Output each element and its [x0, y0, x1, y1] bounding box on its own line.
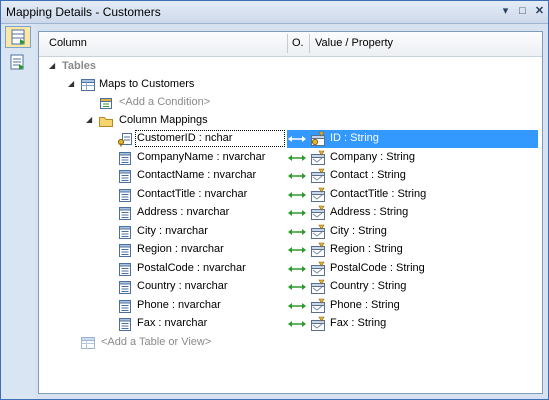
property-name[interactable]: PostalCode : String: [330, 262, 425, 274]
column-icon: [117, 187, 133, 206]
window-menu-button[interactable]: ▾: [498, 4, 513, 19]
mapping-row[interactable]: ContactTitle : nvarchar ContactTitle : St…: [39, 186, 542, 204]
property-icon: [310, 224, 326, 243]
column-name[interactable]: ContactName : nvarchar: [137, 169, 256, 181]
column-icon: [117, 298, 133, 317]
column-name[interactable]: Address : nvarchar: [137, 206, 229, 218]
property-name[interactable]: Phone : String: [330, 299, 400, 311]
tables-label: Tables: [62, 60, 97, 72]
map-to-table-button[interactable]: [5, 26, 31, 48]
map-to-functions-button[interactable]: [5, 52, 31, 74]
tables-node[interactable]: ◢ Tables: [39, 58, 542, 76]
table-icon: [81, 79, 95, 91]
property-icon: [310, 205, 326, 224]
column-name[interactable]: Region : nvarchar: [137, 243, 224, 255]
maximize-button[interactable]: □: [515, 4, 530, 19]
property-name[interactable]: ContactTitle : String: [330, 188, 426, 200]
column-icon: [117, 279, 133, 298]
folder-icon: [99, 117, 113, 127]
operator-header[interactable]: O.: [292, 37, 304, 49]
window-title: Mapping Details - Customers: [6, 5, 161, 19]
table-icon: [81, 337, 95, 349]
focus-outline: [135, 130, 285, 147]
add-table-placeholder[interactable]: <Add a Table or View>: [101, 336, 211, 348]
collapse-triangle-icon[interactable]: ◢: [86, 115, 92, 124]
add-table-row[interactable]: <Add a Table or View>: [39, 334, 542, 352]
condition-icon: [100, 98, 112, 109]
mapping-row[interactable]: Fax : nvarchar Fax : String: [39, 315, 542, 333]
mapping-grid: Column O. Value / Property ◢ Tables ◢ Ma…: [38, 31, 543, 394]
add-condition-row[interactable]: <Add a Condition>: [39, 94, 542, 112]
bidirectional-arrow-icon: [287, 315, 307, 336]
column-name[interactable]: Phone : nvarchar: [137, 299, 221, 311]
column-icon: [117, 316, 133, 335]
mapping-toolbar: [1, 24, 35, 399]
property-name[interactable]: Company : String: [330, 151, 415, 163]
property-icon: [310, 242, 326, 261]
property-name[interactable]: Region : String: [330, 243, 403, 255]
property-icon: [310, 187, 326, 206]
mapping-row[interactable]: PostalCode : nvarchar PostalCode : String: [39, 260, 542, 278]
maps-to-node[interactable]: ◢ Maps to Customers: [39, 76, 542, 94]
property-icon: [310, 168, 326, 187]
property-icon: [310, 150, 326, 169]
property-icon: [310, 298, 326, 317]
mapping-row[interactable]: ContactName : nvarchar Contact : String: [39, 167, 542, 185]
property-name[interactable]: Address : String: [330, 206, 408, 218]
maps-to-label: Maps to Customers: [99, 78, 195, 90]
mapping-row[interactable]: Address : nvarchar Address : String: [39, 204, 542, 222]
column-icon: [117, 168, 133, 187]
function-map-icon: [10, 54, 24, 70]
property-icon: [310, 279, 326, 298]
column-name[interactable]: CompanyName : nvarchar: [137, 151, 265, 163]
collapse-triangle-icon[interactable]: ◢: [49, 61, 55, 70]
column-name[interactable]: PostalCode : nvarchar: [137, 262, 246, 274]
grid-header: Column O. Value / Property: [39, 32, 542, 57]
column-header[interactable]: Column: [49, 37, 87, 49]
property-name[interactable]: City : String: [330, 225, 387, 237]
mapping-row[interactable]: CustomerID : nchar ID : String: [39, 130, 542, 148]
column-mappings-node[interactable]: ◢ Column Mappings: [39, 112, 542, 130]
column-name[interactable]: Country : nvarchar: [137, 280, 227, 292]
column-name[interactable]: ContactTitle : nvarchar: [137, 188, 247, 200]
column-mappings-label: Column Mappings: [119, 114, 208, 126]
mapping-row[interactable]: CompanyName : nvarchar Company : String: [39, 149, 542, 167]
mapping-row[interactable]: Country : nvarchar Country : String: [39, 278, 542, 296]
collapse-triangle-icon[interactable]: ◢: [68, 79, 74, 88]
close-button[interactable]: ✕: [532, 4, 547, 19]
property-icon: [310, 316, 326, 335]
property-name[interactable]: Fax : String: [330, 317, 386, 329]
column-icon: [117, 242, 133, 261]
column-name[interactable]: Fax : nvarchar: [137, 317, 207, 329]
column-icon: [117, 150, 133, 169]
column-name[interactable]: City : nvarchar: [137, 225, 208, 237]
column-icon: [117, 224, 133, 243]
mapping-details-window: Mapping Details - Customers ▾ □ ✕ Column…: [0, 0, 549, 400]
column-icon: [117, 261, 133, 280]
property-icon: [310, 261, 326, 280]
property-name[interactable]: Country : String: [330, 280, 406, 292]
mapping-row[interactable]: City : nvarchar City : String: [39, 223, 542, 241]
key-property-icon: [310, 131, 326, 150]
title-bar[interactable]: Mapping Details - Customers ▾ □ ✕: [1, 1, 548, 24]
header-divider[interactable]: [287, 34, 288, 53]
mapping-row[interactable]: Region : nvarchar Region : String: [39, 241, 542, 259]
table-map-icon: [11, 29, 25, 45]
header-divider[interactable]: [309, 34, 310, 53]
property-name[interactable]: Contact : String: [330, 169, 406, 181]
key-column-icon: [117, 131, 133, 150]
value-property-header[interactable]: Value / Property: [315, 37, 393, 49]
property-name[interactable]: ID : String: [330, 132, 379, 144]
add-condition-placeholder[interactable]: <Add a Condition>: [119, 96, 210, 108]
column-icon: [117, 205, 133, 224]
mapping-row[interactable]: Phone : nvarchar Phone : String: [39, 297, 542, 315]
